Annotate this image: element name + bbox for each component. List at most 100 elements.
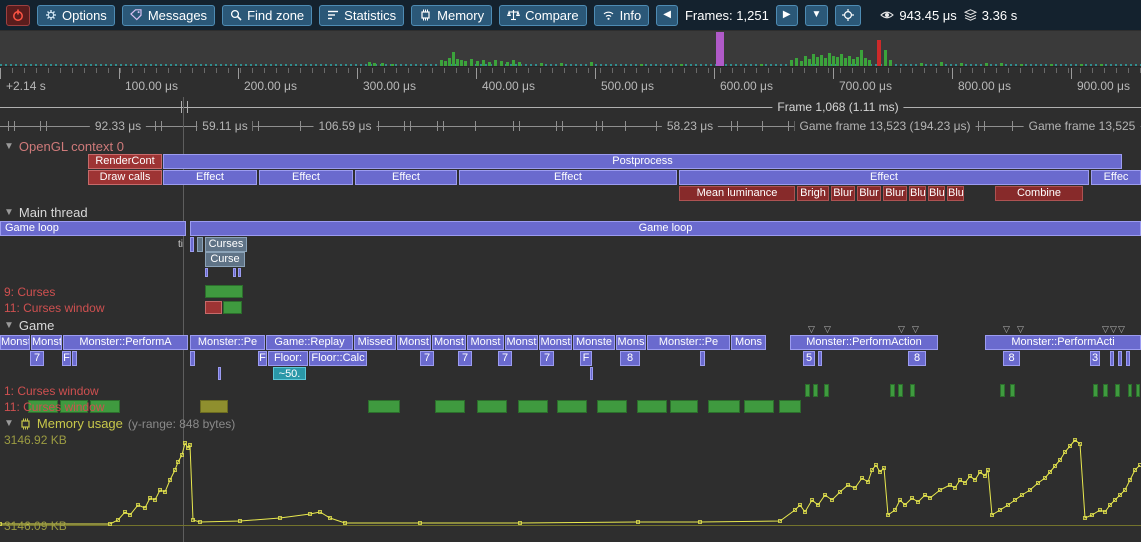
zone-effec[interactable]: Effec xyxy=(1091,170,1141,185)
zone-f[interactable]: F xyxy=(62,351,71,366)
zone-mark[interactable] xyxy=(1000,384,1005,397)
zone-mark[interactable] xyxy=(1118,351,1122,366)
section-header-main-thread[interactable]: ▼ Main thread xyxy=(4,205,88,220)
zone-mark[interactable] xyxy=(597,400,627,413)
zone-mark[interactable] xyxy=(205,285,243,298)
section-header-opengl[interactable]: ▼ OpenGL context 0 xyxy=(4,139,124,154)
zone-mark[interactable] xyxy=(779,400,801,413)
zone-blur[interactable]: Blur xyxy=(909,186,926,201)
zone-missed[interactable]: Missed xyxy=(354,335,396,350)
zone-rendercont[interactable]: RenderCont xyxy=(88,154,162,169)
zone-mark[interactable] xyxy=(813,384,818,397)
toolbar-button-info[interactable]: Info xyxy=(594,5,650,26)
zone-combine[interactable]: Combine xyxy=(995,186,1083,201)
zone-mark[interactable] xyxy=(1136,384,1140,397)
zone-f[interactable]: F xyxy=(580,351,592,366)
zone-effect[interactable]: Effect xyxy=(679,170,1089,185)
zone-mons[interactable]: Mons xyxy=(731,335,766,350)
zone-mark[interactable] xyxy=(368,400,400,413)
zone-mark[interactable] xyxy=(218,367,221,380)
zone-mark[interactable] xyxy=(205,301,222,314)
zone-mark[interactable] xyxy=(72,351,77,366)
zone-effect[interactable]: Effect xyxy=(259,170,353,185)
toolbar-button-find-zone[interactable]: Find zone xyxy=(222,5,312,26)
zone-game-replay[interactable]: Game::Replay xyxy=(266,335,353,350)
frame-row-main[interactable]: Frame 1,068 (1.11 ms) xyxy=(0,97,1141,117)
zone-5[interactable]: 5 xyxy=(803,351,815,366)
zone-mark[interactable] xyxy=(190,237,194,252)
frame-row-game[interactable]: 92.33 μs59.11 μs106.59 μs58.23 μsGame fr… xyxy=(0,117,1141,136)
goto-frame-button[interactable] xyxy=(835,5,861,26)
zone-mark[interactable] xyxy=(708,400,740,413)
toolbar-button-options[interactable]: Options xyxy=(37,5,115,26)
zone-monster-performaction[interactable]: Monster::PerformAction xyxy=(790,335,938,350)
zone-mark[interactable] xyxy=(818,351,822,366)
zone-mark[interactable] xyxy=(1010,384,1015,397)
toolbar-button-messages[interactable]: Messages xyxy=(122,5,215,26)
zone-blur[interactable]: Blur xyxy=(857,186,881,201)
zone-mark[interactable] xyxy=(190,351,195,366)
zone-mark[interactable] xyxy=(824,384,829,397)
zone-monst[interactable]: Monst xyxy=(467,335,504,350)
zone-7[interactable]: 7 xyxy=(420,351,434,366)
zone-mark[interactable] xyxy=(557,400,587,413)
zone-mark[interactable] xyxy=(435,400,465,413)
section-header-game[interactable]: ▼ Game xyxy=(4,318,54,333)
zone-effect[interactable]: Effect xyxy=(459,170,677,185)
toolbar-button-memory[interactable]: Memory xyxy=(411,5,492,26)
zone-8[interactable]: 8 xyxy=(908,351,926,366)
zone-mark[interactable] xyxy=(637,400,667,413)
collapsed-zone-marker-icon[interactable]: ▽ xyxy=(1118,325,1125,333)
zone-mark[interactable] xyxy=(197,237,203,252)
zone-mark[interactable] xyxy=(518,400,548,413)
zone-blur[interactable]: Blur xyxy=(883,186,907,201)
next-frame-button[interactable]: ▶ xyxy=(776,5,798,26)
zone-3[interactable]: 3 xyxy=(1090,351,1100,366)
zone-blur[interactable]: Blur xyxy=(947,186,964,201)
memory-plot[interactable] xyxy=(0,433,1141,535)
zone-monster-performa[interactable]: Monster::PerformA xyxy=(63,335,188,350)
zone-mark[interactable] xyxy=(590,367,593,380)
collapsed-zone-marker-icon[interactable]: ▽ xyxy=(1003,325,1010,333)
zone-mark[interactable] xyxy=(744,400,774,413)
zone-mark[interactable] xyxy=(223,301,242,314)
zone-monster-pe[interactable]: Monster::Pe xyxy=(190,335,265,350)
zone-8[interactable]: 8 xyxy=(620,351,640,366)
zone-curses[interactable]: Curses xyxy=(205,237,247,252)
zone-mark[interactable] xyxy=(1126,351,1130,366)
zone-mean-luminance[interactable]: Mean luminance xyxy=(679,186,795,201)
zone-mark[interactable] xyxy=(910,384,915,397)
zone-curse[interactable]: Curse xyxy=(205,252,245,267)
zone-monst[interactable]: Monst xyxy=(397,335,431,350)
zone-mark[interactable] xyxy=(670,400,698,413)
zone-floor[interactable]: Floor: xyxy=(268,351,308,366)
zoom-out-button[interactable]: ▼ xyxy=(805,5,829,26)
collapsed-zone-marker-icon[interactable]: ▽ xyxy=(912,325,919,333)
zone-monst[interactable]: Monst xyxy=(505,335,538,350)
zone-f[interactable]: F xyxy=(258,351,267,366)
zone-mark[interactable] xyxy=(898,384,903,397)
toolbar-button-power[interactable] xyxy=(6,5,30,26)
zone-7[interactable]: 7 xyxy=(498,351,512,366)
zone-7[interactable]: 7 xyxy=(30,351,44,366)
collapsed-zone-marker-icon[interactable]: ▽ xyxy=(898,325,905,333)
zone-monster-pe[interactable]: Monster::Pe xyxy=(647,335,730,350)
zone-monste[interactable]: Monste xyxy=(573,335,615,350)
toolbar-button-compare[interactable]: Compare xyxy=(499,5,586,26)
zone-50[interactable]: ~50. xyxy=(273,367,306,380)
zone-postprocess[interactable]: Postprocess xyxy=(163,154,1122,169)
zone-mark[interactable] xyxy=(1110,351,1114,366)
prev-frame-button[interactable]: ◀ xyxy=(656,5,678,26)
section-header-memory[interactable]: ▼ Memory usage (y-range: 848 bytes) xyxy=(4,416,235,431)
zone-blur[interactable]: Blur xyxy=(831,186,855,201)
collapsed-zone-marker-icon[interactable]: ▽ xyxy=(1110,325,1117,333)
zone-mark[interactable] xyxy=(805,384,810,397)
zone-monster-performacti[interactable]: Monster::PerformActi xyxy=(985,335,1141,350)
zone-monste[interactable]: Monste xyxy=(31,335,62,350)
zone-effect[interactable]: Effect xyxy=(163,170,257,185)
zone-draw-calls[interactable]: Draw calls xyxy=(88,170,162,185)
zone-mark[interactable] xyxy=(700,351,705,366)
zone-game-loop[interactable]: Game loop xyxy=(190,221,1141,236)
zone-mark[interactable] xyxy=(890,384,895,397)
frame-histogram[interactable] xyxy=(0,31,1141,67)
